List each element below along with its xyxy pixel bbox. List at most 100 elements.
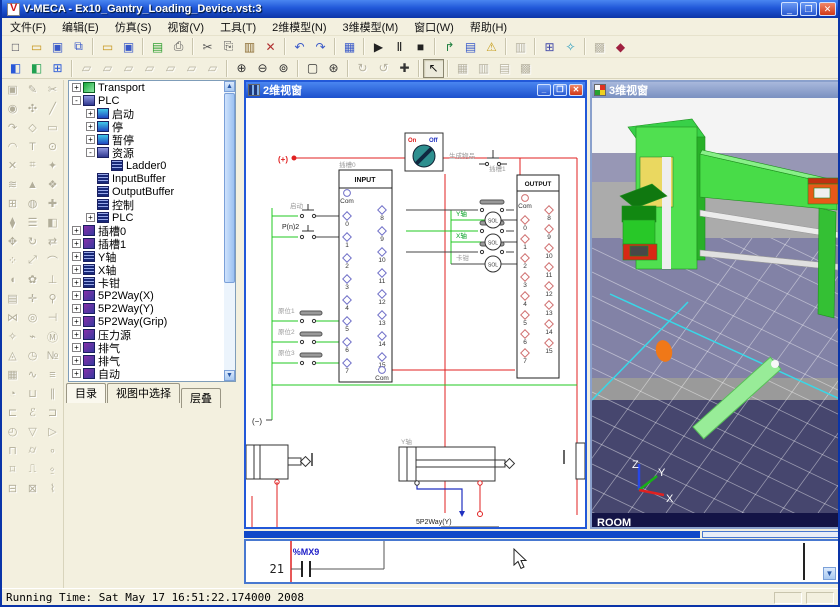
tree-item-PLC[interactable]: -PLC [69, 94, 235, 107]
cut-button[interactable]: ✂ [197, 37, 218, 56]
tree-scrollbar[interactable]: ▲ ▼ [224, 81, 235, 381]
expand-icon[interactable]: + [72, 252, 81, 261]
2d-minimize-button[interactable]: _ [537, 84, 551, 96]
project-tree[interactable]: +Transport-PLC+启动+停+暂停-资源Ladder0InputBuf… [68, 80, 236, 382]
menu-item-6[interactable]: 3维模型(M) [335, 18, 407, 36]
expand-icon[interactable]: + [72, 356, 81, 365]
tree-item-5P2Way(X)[interactable]: +5P2Way(X) [69, 289, 235, 302]
zoom-out-button[interactable]: ⊖ [252, 59, 273, 78]
scrollbar-thumb[interactable] [224, 93, 235, 283]
tree-item-OutputBuffer[interactable]: OutputBuffer [69, 185, 235, 198]
expand-icon[interactable]: + [72, 343, 81, 352]
terminal-marker[interactable] [344, 190, 351, 197]
tree-item-资源[interactable]: -资源 [69, 146, 235, 159]
tree-item-Transport[interactable]: +Transport [69, 81, 235, 94]
expand-icon[interactable]: + [72, 83, 81, 92]
zoom-in-button[interactable]: ⊕ [231, 59, 252, 78]
undo-button[interactable]: ↶ [289, 37, 310, 56]
menu-item-1[interactable]: 编辑(E) [54, 18, 107, 36]
tree-item-X轴[interactable]: +X轴 [69, 263, 235, 276]
tree-tab-1[interactable]: 视图中选择 [107, 383, 180, 403]
tree-item-卡钳[interactable]: +卡钳 [69, 276, 235, 289]
2d-canvas[interactable]: 插槽0 INPUT 插槽1 OUTPUT (+) (−) On Off 生成物品… [246, 98, 585, 527]
paste-button[interactable]: ▥ [239, 37, 260, 56]
expand-icon[interactable]: + [72, 265, 81, 274]
expand-icon[interactable]: + [86, 135, 95, 144]
tree-item-Y轴[interactable]: +Y轴 [69, 250, 235, 263]
pointer-button[interactable]: ↖ [423, 59, 444, 78]
menu-item-7[interactable]: 窗口(W) [406, 18, 462, 36]
plc-editor-button[interactable]: ▦ [339, 37, 360, 56]
tree-item-排气[interactable]: +排气 [69, 354, 235, 367]
open-project-button[interactable]: ▭ [97, 37, 118, 56]
new-file-button[interactable]: □ [5, 37, 26, 56]
pan-button[interactable]: ✚ [394, 59, 415, 78]
menu-item-5[interactable]: 2维模型(N) [264, 18, 334, 36]
menu-item-0[interactable]: 文件(F) [2, 18, 54, 36]
save-all-button[interactable]: ⧉ [68, 37, 89, 56]
redo-button[interactable]: ↷ [310, 37, 331, 56]
tree-item-暂停[interactable]: +暂停 [69, 133, 235, 146]
export-button[interactable]: ▤ [147, 37, 168, 56]
help-book-button[interactable]: ◆ [610, 37, 631, 56]
collapse-icon[interactable]: - [72, 96, 81, 105]
tree-item-控制[interactable]: 控制 [69, 198, 235, 211]
2d-maximize-button[interactable]: ❐ [553, 84, 567, 96]
tree-item-InputBuffer[interactable]: InputBuffer [69, 172, 235, 185]
contact-mx9[interactable] [302, 561, 310, 577]
zoom-dynamic-button[interactable]: ⊛ [323, 59, 344, 78]
2d-window-titlebar[interactable]: 2维视窗 _ ❐ ✕ [246, 82, 585, 98]
layout-3d-button[interactable]: ⊞ [47, 59, 68, 78]
expand-icon[interactable]: + [72, 330, 81, 339]
tree-item-5P2Way(Y)[interactable]: +5P2Way(Y) [69, 302, 235, 315]
expand-icon[interactable]: + [72, 278, 81, 287]
copy-button[interactable]: ⎘ [218, 37, 239, 56]
2d-close-button[interactable]: ✕ [569, 84, 583, 96]
maximize-button[interactable]: ❐ [800, 2, 817, 16]
save-file-button[interactable]: ▣ [47, 37, 68, 56]
window-titlebar[interactable]: V-MECA - Ex10_Gantry_Loading_Device.vst:… [2, 0, 838, 18]
close-button[interactable]: ✕ [819, 2, 836, 16]
print-button[interactable]: ⎙ [168, 37, 189, 56]
open-file-button[interactable]: ▭ [26, 37, 47, 56]
expand-icon[interactable]: + [86, 213, 95, 222]
expand-icon[interactable]: + [86, 109, 95, 118]
tree-item-插槽0[interactable]: +插槽0 [69, 224, 235, 237]
tree-tab-0[interactable]: 目录 [66, 383, 106, 403]
minimize-button[interactable]: _ [781, 2, 798, 16]
run-button[interactable]: ▶ [368, 37, 389, 56]
menu-item-8[interactable]: 帮助(H) [462, 18, 515, 36]
3d-window-titlebar[interactable]: 3维视窗 [592, 82, 840, 98]
report-button[interactable]: ▤ [460, 37, 481, 56]
expand-icon[interactable]: + [72, 226, 81, 235]
menu-item-4[interactable]: 工具(T) [212, 18, 264, 36]
delete-button[interactable]: ✕ [260, 37, 281, 56]
tree-item-PLC[interactable]: +PLC [69, 211, 235, 224]
layout-2d-button[interactable]: ◧ [5, 59, 26, 78]
menu-item-3[interactable]: 视窗(V) [159, 18, 212, 36]
tree-item-5P2Way(Grip)[interactable]: +5P2Way(Grip) [69, 315, 235, 328]
zoom-window-button[interactable]: ▢ [302, 59, 323, 78]
scroll-down-icon[interactable]: ▼ [224, 370, 235, 381]
pause-button[interactable]: Ⅱ [389, 37, 410, 56]
zoom-page-button[interactable]: ⊚ [273, 59, 294, 78]
tree-item-Ladder0[interactable]: Ladder0 [69, 159, 235, 172]
ladder-scroll-down-icon[interactable]: ▼ [823, 567, 836, 580]
tree-item-插槽1[interactable]: +插槽1 [69, 237, 235, 250]
expand-icon[interactable]: + [86, 122, 95, 131]
tree-item-排气[interactable]: +排气 [69, 341, 235, 354]
stop-button[interactable]: ■ [410, 37, 431, 56]
expand-icon[interactable]: + [72, 291, 81, 300]
report-warning-button[interactable]: ⚠ [481, 37, 502, 56]
scroll-up-icon[interactable]: ▲ [224, 81, 235, 92]
collapse-icon[interactable]: - [86, 148, 95, 157]
tree-item-启动[interactable]: +启动 [69, 107, 235, 120]
tree-item-停[interactable]: +停 [69, 120, 235, 133]
menu-item-2[interactable]: 仿真(S) [107, 18, 160, 36]
lamp-button[interactable]: ✧ [560, 37, 581, 56]
ladder-panel-titlebar[interactable] [244, 531, 700, 538]
layout-split-button[interactable]: ◧ [26, 59, 47, 78]
terminal-marker[interactable] [522, 195, 529, 202]
ladder-canvas[interactable]: 21 %MX9 ▼ [244, 539, 840, 584]
tree-tab-2[interactable]: 层叠 [181, 388, 221, 408]
